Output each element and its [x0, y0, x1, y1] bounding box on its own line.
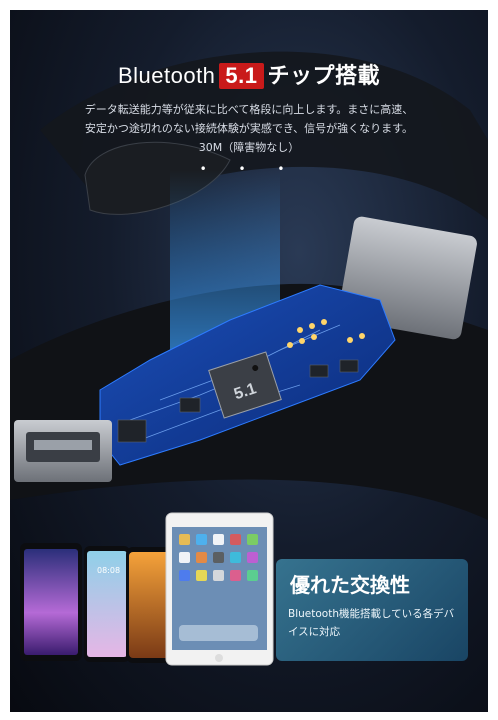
phone-samsung	[20, 543, 82, 661]
frame-bottom	[0, 712, 498, 720]
frame-top	[0, 0, 498, 10]
frame-left	[0, 0, 10, 720]
phone-clock: 08:08	[97, 566, 120, 575]
card-text: Bluetooth機能搭載している各デバイスに対応	[288, 608, 455, 638]
micro-usb-port	[14, 420, 112, 482]
compatibility-card: 優れた交換性 Bluetooth機能搭載している各デバイスに対応	[276, 559, 468, 661]
description: データ転送能力等が従来に比べて格段に向上します。まさに高速、 安定かつ途切れのな…	[40, 100, 458, 157]
version-badge: 5.1	[219, 63, 264, 89]
card-title: 優れた交換性	[290, 573, 410, 597]
headline-prefix: Bluetooth	[117, 63, 216, 88]
frame-right	[488, 0, 498, 720]
product-promo-page: 5.1 08:08 Bluetooth 5.1 チップ搭載 データ転送能力等が従…	[0, 0, 498, 720]
description-line-2: 安定かつ途切れのない接続体験が実感でき、信号が強くなります。	[84, 122, 414, 135]
pager-dots[interactable]: • • •	[0, 162, 498, 176]
headline-suffix: チップ搭載	[267, 63, 381, 88]
description-line-1: データ転送能力等が従来に比べて格段に向上します。まさに高速、	[84, 103, 414, 116]
phone-huawei	[84, 546, 130, 662]
headline: Bluetooth 5.1 チップ搭載	[0, 58, 498, 90]
description-line-3: 30M（障害物なし）	[198, 141, 300, 154]
